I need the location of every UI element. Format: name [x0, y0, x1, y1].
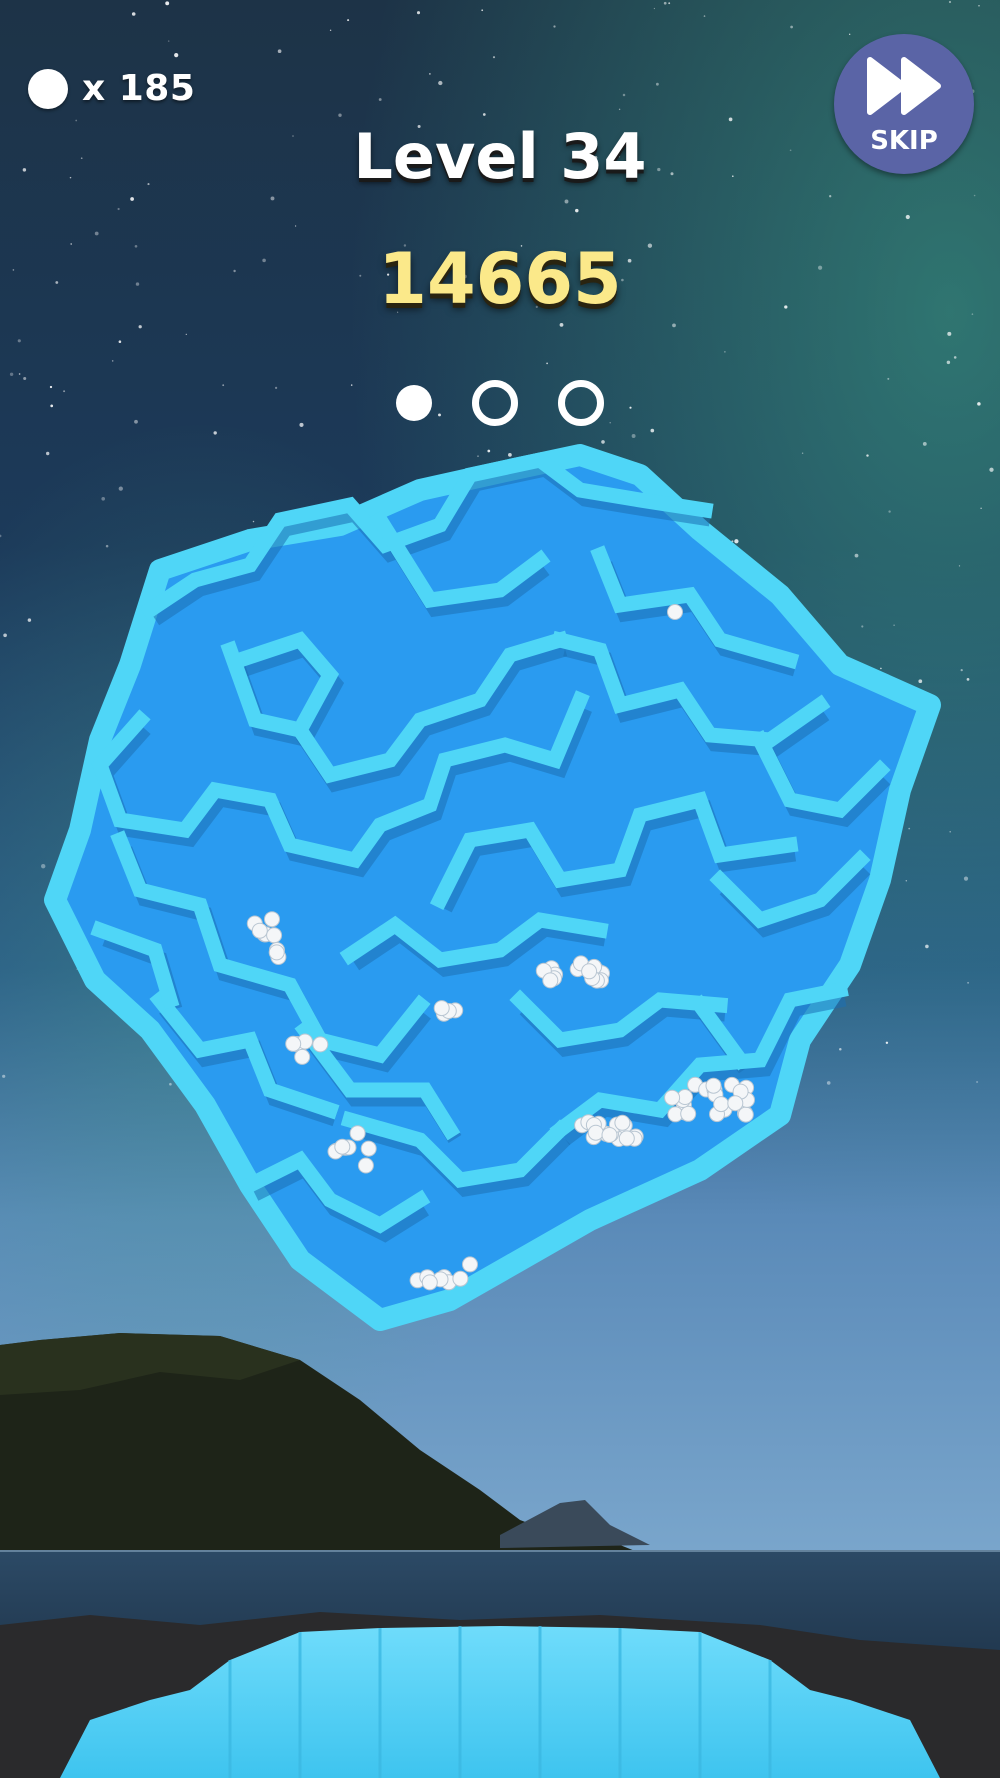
ball	[421, 1274, 438, 1291]
ball-count-label: x 185	[82, 68, 196, 109]
ball	[294, 1048, 311, 1065]
ball	[360, 1140, 377, 1157]
ball	[452, 1270, 469, 1287]
fast-forward-icon	[867, 57, 941, 115]
ball	[737, 1106, 754, 1123]
progress-dot-complete	[396, 385, 432, 421]
ball	[680, 1105, 697, 1122]
ball	[618, 1130, 635, 1147]
ball	[357, 1157, 374, 1174]
ball	[587, 1124, 604, 1141]
skip-button[interactable]: SKIP	[834, 34, 974, 174]
skip-label: SKIP	[870, 126, 938, 156]
ball	[349, 1125, 366, 1142]
ball	[727, 1095, 744, 1112]
progress-dot-pending	[472, 380, 518, 426]
ball	[251, 922, 268, 939]
ball	[601, 1127, 618, 1143]
ball	[581, 963, 598, 980]
ball	[713, 1096, 730, 1113]
ball	[542, 972, 559, 989]
ball	[705, 1077, 722, 1094]
ball	[266, 927, 283, 944]
stage-progress	[0, 380, 1000, 426]
ball	[268, 944, 285, 961]
progress-dot-pending	[558, 380, 604, 426]
ball	[433, 1000, 450, 1017]
ball-counter: x 185	[28, 68, 195, 109]
score: 14665	[378, 238, 622, 320]
ball	[667, 604, 683, 620]
ball	[285, 1035, 302, 1052]
ball	[312, 1036, 329, 1053]
ball-icon	[28, 68, 68, 109]
ball	[264, 911, 280, 928]
ball	[664, 1089, 681, 1106]
ball	[462, 1256, 478, 1273]
ball	[614, 1114, 631, 1131]
ball	[334, 1138, 351, 1155]
